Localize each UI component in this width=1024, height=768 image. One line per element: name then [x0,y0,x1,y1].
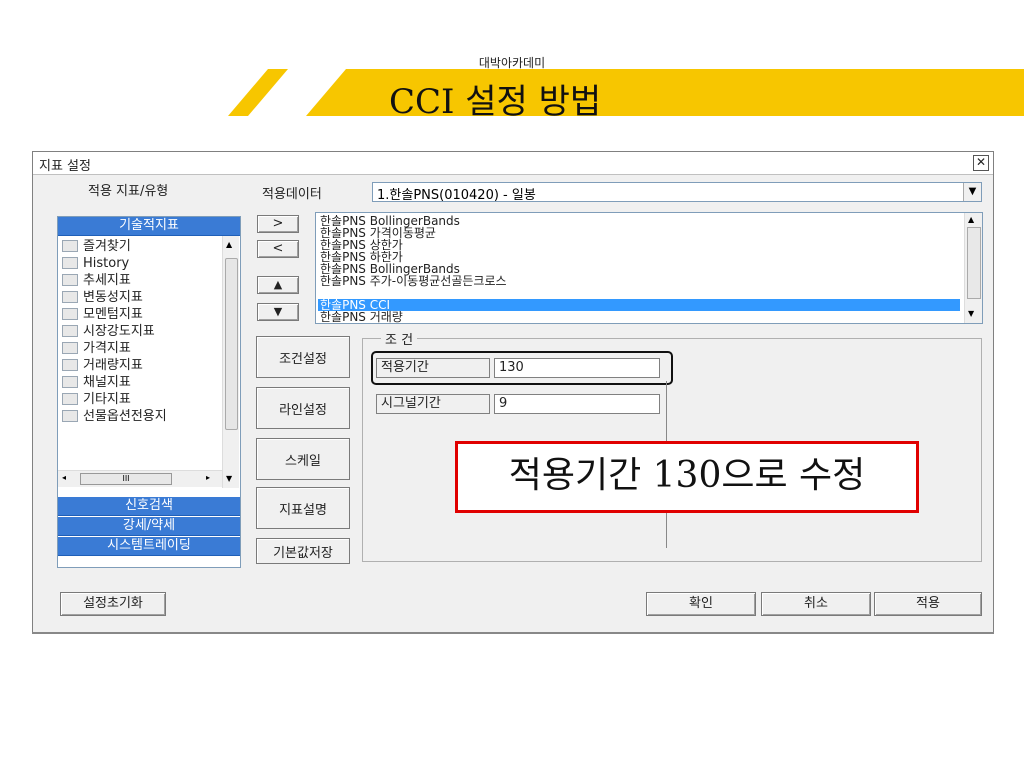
list-item-selected[interactable]: 한솔PNS CCI [318,299,960,311]
indicator-list[interactable]: 한솔PNS BollingerBands 한솔PNS 가격이동평균 한솔PNS … [315,212,983,324]
scroll-up-icon[interactable]: ▲ [968,215,974,224]
apply-button[interactable]: 적용 [874,592,982,616]
signal-period-input[interactable]: 9 [494,394,660,414]
scale-button[interactable]: 스케일 [256,438,350,480]
reset-settings-button[interactable]: 설정초기화 [60,592,166,616]
tree-item[interactable]: 추세지표 [62,272,131,290]
scroll-left-icon[interactable]: ◂ [62,473,66,482]
add-indicator-button[interactable]: > [257,215,299,233]
folder-icon [62,341,78,354]
dialog-titlebar: 지표 설정 ✕ [33,152,993,174]
list-item[interactable]: 한솔PNS 가격이동평균 [318,227,960,239]
cancel-button[interactable]: 취소 [761,592,871,616]
category-strength[interactable]: 강세/약세 [58,517,240,536]
category-system-trading[interactable]: 시스템트레이딩 [58,537,240,556]
folder-icon [62,256,78,269]
hscroll-thumb[interactable]: III [80,473,172,485]
tree-item[interactable]: 채널지표 [62,374,131,392]
folder-icon [62,392,78,405]
folder-icon [62,324,78,337]
save-default-button[interactable]: 기본값저장 [256,538,350,564]
chevron-down-icon[interactable]: ▼ [963,183,981,201]
folder-icon [62,290,78,303]
indicator-description-button[interactable]: 지표설명 [256,487,350,529]
category-technical[interactable]: 기술적지표 [58,217,240,236]
tree-horizontal-scrollbar[interactable]: ◂ III ▸ [58,470,222,487]
page-title: CCI 설정 방법 [389,82,602,122]
applied-indicator-label: 적용 지표/유형 [88,184,169,199]
bottom-divider [32,632,994,634]
list-item[interactable]: 한솔PNS 주가-이동평균선골든크로스 [318,275,960,287]
highlight-box [371,351,673,385]
banner-stripe [228,69,288,116]
tree-item[interactable]: 즐겨찾기 [62,238,131,256]
tree-item[interactable]: 기타지표 [62,391,131,409]
tree-item[interactable]: 선물옵션전용지 [62,408,167,426]
tree-item[interactable]: 가격지표 [62,340,131,358]
category-signal-search[interactable]: 신호검색 [58,497,240,516]
annotation-text: 적용기간 130으로 수정 [508,455,866,496]
tree-item[interactable]: 거래량지표 [62,357,143,375]
condition-group-title: 조 건 [381,329,418,348]
data-select[interactable]: 1.한솔PNS(010420) - 일봉 ▼ [372,182,982,203]
scroll-down-icon[interactable]: ▼ [968,309,974,318]
scroll-thumb[interactable] [967,227,981,299]
tree-item[interactable]: 모멘텀지표 [62,306,143,324]
indicator-tree: 즐겨찾기 History 추세지표 변동성지표 모멘텀지표 시장강도지표 가격지… [58,236,222,488]
folder-icon [62,409,78,422]
list-item[interactable]: 한솔PNS 상한가 [318,239,960,251]
scroll-down-icon[interactable]: ▼ [226,474,232,483]
move-up-button[interactable]: ▲ [257,276,299,294]
folder-icon [62,239,78,252]
tree-vertical-scrollbar[interactable]: ▲ ▼ [222,236,239,488]
indicator-category-panel: 기술적지표 즐겨찾기 History 추세지표 변동성지표 모멘텀지표 시장강도… [57,216,241,568]
dialog-title: 지표 설정 [39,159,91,174]
close-icon[interactable]: ✕ [973,155,989,171]
indicator-list-scrollbar[interactable]: ▲ ▼ [964,213,982,323]
remove-indicator-button[interactable]: < [257,240,299,258]
scroll-thumb[interactable] [225,258,238,430]
data-label: 적용데이터 [262,187,322,202]
line-settings-button[interactable]: 라인설정 [256,387,350,429]
annotation-box: 적용기간 130으로 수정 [455,441,919,513]
folder-icon [62,358,78,371]
scroll-right-icon[interactable]: ▸ [206,473,210,482]
ok-button[interactable]: 확인 [646,592,756,616]
move-down-button[interactable]: ▼ [257,303,299,321]
folder-icon [62,273,78,286]
tree-item[interactable]: History [62,255,129,273]
scroll-up-icon[interactable]: ▲ [226,240,232,249]
list-item[interactable]: 한솔PNS 거래량 [318,311,960,323]
tree-item[interactable]: 변동성지표 [62,289,143,307]
condition-settings-button[interactable]: 조건설정 [256,336,350,378]
folder-icon [62,307,78,320]
tree-item[interactable]: 시장강도지표 [62,323,155,341]
header-banner [228,69,1024,116]
folder-icon [62,375,78,388]
data-select-value: 1.한솔PNS(010420) - 일봉 [377,188,536,203]
signal-period-label: 시그널기간 [376,394,490,414]
